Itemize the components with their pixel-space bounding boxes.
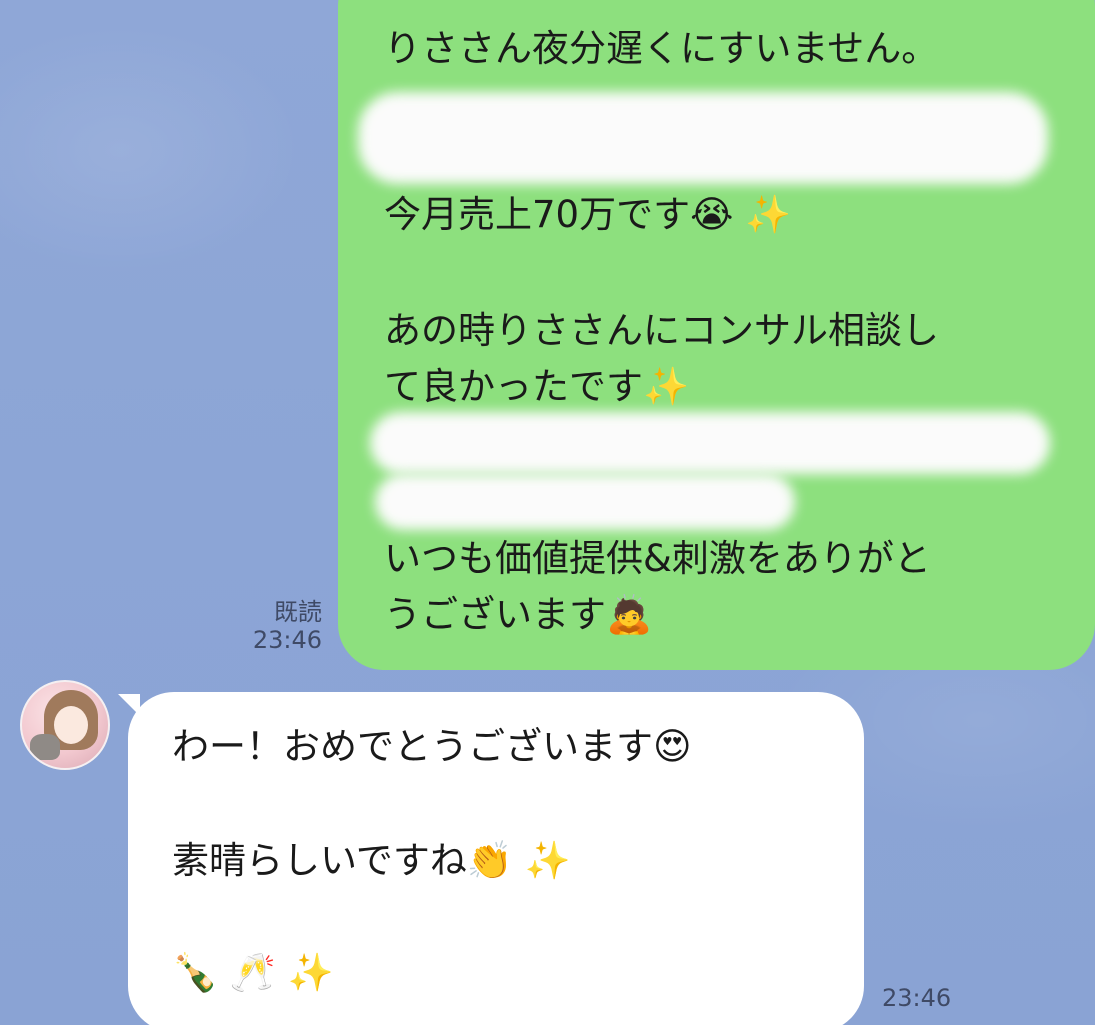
user-avatar[interactable] [20, 680, 110, 770]
redacted-text [358, 92, 1048, 184]
sent-message-line: うございます🙇 [384, 593, 653, 636]
avatar-face [54, 706, 88, 744]
received-time: 23:46 [882, 984, 952, 1012]
received-message-line: 🍾 🥂 ✨ [172, 951, 334, 994]
sent-message-line: いつも価値提供&刺激をありがと [384, 537, 931, 580]
redacted-text [370, 412, 1050, 474]
sent-message-line: あの時りささんにコンサル相談し [384, 309, 939, 352]
sent-message-line: て良かったです✨ [384, 365, 690, 408]
avatar-cat-icon [30, 734, 60, 760]
received-message-line: 素晴らしいですね👏 ✨ [172, 839, 571, 882]
sent-message-line: りささん夜分遅くにすいません。 [384, 27, 939, 70]
received-message-line: わー！おめでとうございます😍 [172, 725, 692, 768]
sent-message-line: 今月売上70万です😭 ✨ [384, 193, 792, 236]
redacted-text [375, 474, 795, 530]
read-receipt: 既読 [274, 598, 322, 626]
sent-time: 23:46 [252, 626, 322, 654]
